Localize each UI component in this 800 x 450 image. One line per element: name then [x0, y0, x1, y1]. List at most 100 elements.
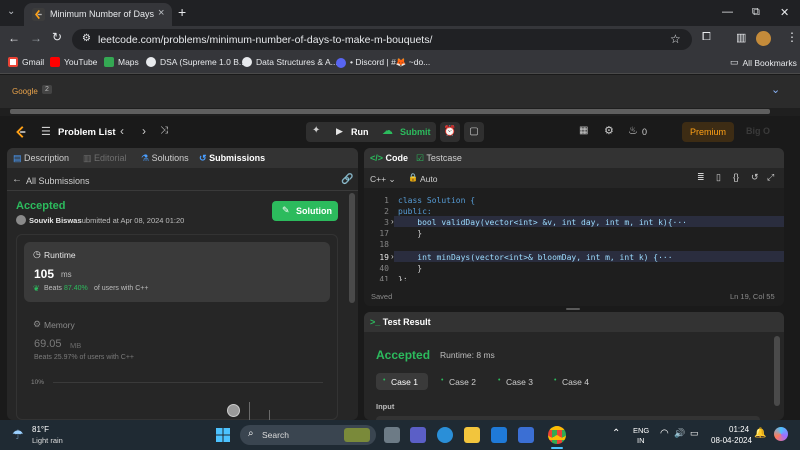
submitter-name[interactable]: Souvik Biswas [29, 216, 82, 225]
case-tab-4[interactable]: • Case 4 [547, 373, 599, 390]
case-tab-2[interactable]: • Case 2 [434, 373, 486, 390]
app-icon[interactable] [518, 427, 534, 443]
side-panel-icon[interactable]: ▥ [736, 31, 746, 44]
mail-icon[interactable] [491, 427, 507, 443]
all-submissions-link[interactable]: All Submissions [26, 176, 90, 186]
scrollbar-thumb[interactable] [10, 109, 770, 114]
minimize-icon[interactable]: — [722, 6, 733, 18]
bookmark-icon[interactable]: ▯ [716, 172, 721, 183]
task-view-icon[interactable] [384, 427, 400, 443]
prev-problem-icon[interactable]: ‹ [120, 124, 124, 138]
fold-chevron-icon[interactable]: › [391, 217, 394, 226]
weather-rain-icon[interactable]: ☂ [12, 427, 24, 443]
profile-avatar[interactable] [756, 31, 771, 46]
reload-icon[interactable]: ↻ [52, 30, 62, 44]
bookmark-dsa[interactable]: DSA (Supreme 1.0 B... [146, 57, 246, 67]
weather-temp[interactable]: 81°F [32, 425, 49, 434]
cursor-position: Ln 19, Col 55 [730, 292, 775, 301]
solution-button[interactable]: ✎ Solution [272, 201, 338, 221]
edge-icon[interactable] [437, 427, 453, 443]
new-tab-icon[interactable]: + [178, 4, 186, 20]
streak-flame-icon[interactable]: ♨ [628, 124, 638, 137]
fold-chevron-icon[interactable]: › [391, 252, 394, 261]
run-button[interactable]: Run [351, 127, 369, 137]
chevron-down-icon[interactable]: ⌄ [771, 83, 780, 96]
link-icon[interactable]: 🔗 [341, 174, 353, 185]
case-tab-3[interactable]: • Case 3 [491, 373, 543, 390]
window-close-icon[interactable]: ✕ [780, 6, 789, 19]
scrollbar-thumb[interactable] [349, 193, 355, 303]
braces-icon[interactable]: {} [733, 172, 739, 182]
submit-button[interactable]: Submit [400, 127, 431, 137]
next-problem-icon[interactable]: › [142, 124, 146, 138]
format-icon[interactable]: ≣ [697, 172, 705, 183]
bookmark-maps[interactable]: Maps [104, 57, 139, 67]
clock-icon: ◷ [33, 249, 41, 259]
chart-bar [269, 410, 270, 420]
runtime-card[interactable]: ◷ Runtime 105 ms ❦ Beats 87.40% of users… [24, 242, 330, 302]
memory-card[interactable]: ⚙ Memory 69.05 MB Beats 25.97% of users … [24, 312, 330, 372]
bookmark-data-structures[interactable]: Data Structures & A... [242, 57, 338, 67]
code-area[interactable]: 1 class Solution { 2 public: › 3 bool va… [364, 189, 784, 281]
file-explorer-icon[interactable] [464, 427, 480, 443]
tab-solutions[interactable]: ⚗ Solutions [141, 153, 189, 164]
fullscreen-icon[interactable]: ⤢ [767, 172, 774, 183]
timer-button[interactable]: ⏰ [440, 122, 460, 142]
folder-icon: ▭ [730, 57, 739, 67]
all-bookmarks[interactable]: ▭ All Bookmarks [730, 57, 797, 68]
bookmark-youtube[interactable]: YouTube [50, 57, 97, 67]
avatar[interactable]: Big O [746, 126, 770, 136]
shuffle-icon[interactable]: ⤨ [160, 125, 168, 136]
bookmark-gmail[interactable]: Gmail [8, 57, 44, 67]
debug-icon[interactable]: ✦ [312, 125, 320, 136]
tab-submissions[interactable]: ↺ Submissions [199, 153, 265, 164]
browser-tab[interactable]: Minimum Number of Days to M × [24, 3, 172, 26]
battery-icon[interactable]: ▭ [690, 428, 699, 439]
panel-resize-handle[interactable] [566, 308, 580, 310]
google-label[interactable]: Google [12, 87, 38, 96]
problem-list-link[interactable]: Problem List [58, 127, 116, 138]
notification-bell-icon[interactable]: 🔔 [754, 428, 766, 439]
chrome-icon[interactable] [548, 426, 566, 444]
gmail-icon [8, 57, 18, 67]
layout-grid-icon[interactable]: ▦ [579, 125, 588, 136]
leetcode-logo-icon[interactable] [14, 125, 28, 139]
windows-start-icon[interactable] [216, 428, 230, 442]
line-number: 2 [384, 207, 389, 216]
volume-icon[interactable]: 🔊 [674, 428, 685, 439]
taskbar-search-box[interactable]: ⌕ Search [240, 425, 376, 445]
chart-gridline [53, 382, 323, 383]
case-tab-1[interactable]: • Case 1 [376, 373, 428, 390]
tab-code[interactable]: </> Code [370, 153, 408, 163]
bookmark-discord[interactable]: • Discord | #🦊 ~do... [336, 57, 430, 68]
language-indicator[interactable]: ENG [633, 426, 649, 435]
back-arrow-icon[interactable]: ← [12, 174, 22, 185]
bookmark-star-icon[interactable]: ☆ [670, 32, 681, 46]
address-bar[interactable]: ⚙ leetcode.com/problems/minimum-number-o… [72, 29, 692, 50]
tab-testcase[interactable]: ☑ Testcase [416, 153, 462, 164]
tab-description[interactable]: ▤ Description [13, 153, 69, 164]
restore-icon[interactable]: ⧉ [752, 6, 760, 19]
copilot-icon[interactable] [774, 427, 788, 441]
language-select[interactable]: C++ ⌄ [370, 174, 396, 185]
back-icon[interactable]: ← [8, 31, 20, 45]
tray-chevron-icon[interactable]: ⌃ [612, 428, 620, 439]
tab-editorial[interactable]: ▥ Editorial [83, 153, 127, 164]
extensions-icon[interactable]: ⧠ [702, 31, 711, 44]
premium-button[interactable]: Premium [682, 122, 734, 142]
clock-time[interactable]: 01:24 [729, 425, 749, 434]
reset-icon[interactable]: ↺ [751, 172, 759, 183]
site-info-icon[interactable]: ⚙ [82, 33, 91, 44]
teams-icon[interactable] [410, 427, 426, 443]
autocomplete-mode[interactable]: Auto [420, 174, 438, 184]
notes-button[interactable]: ▢ [464, 122, 484, 142]
settings-gear-icon[interactable]: ⚙ [604, 124, 614, 137]
menu-icon[interactable]: ⋮ [786, 30, 798, 44]
tab-search-icon[interactable]: ⌄ [7, 6, 15, 17]
scrollbar-thumb[interactable] [774, 336, 780, 406]
wifi-icon[interactable]: ◠ [660, 428, 669, 439]
test-result-tab[interactable]: >_ Test Result [370, 317, 431, 327]
forward-icon[interactable]: → [30, 31, 42, 45]
close-icon[interactable]: × [158, 7, 164, 19]
history-icon: ↺ [199, 153, 207, 163]
